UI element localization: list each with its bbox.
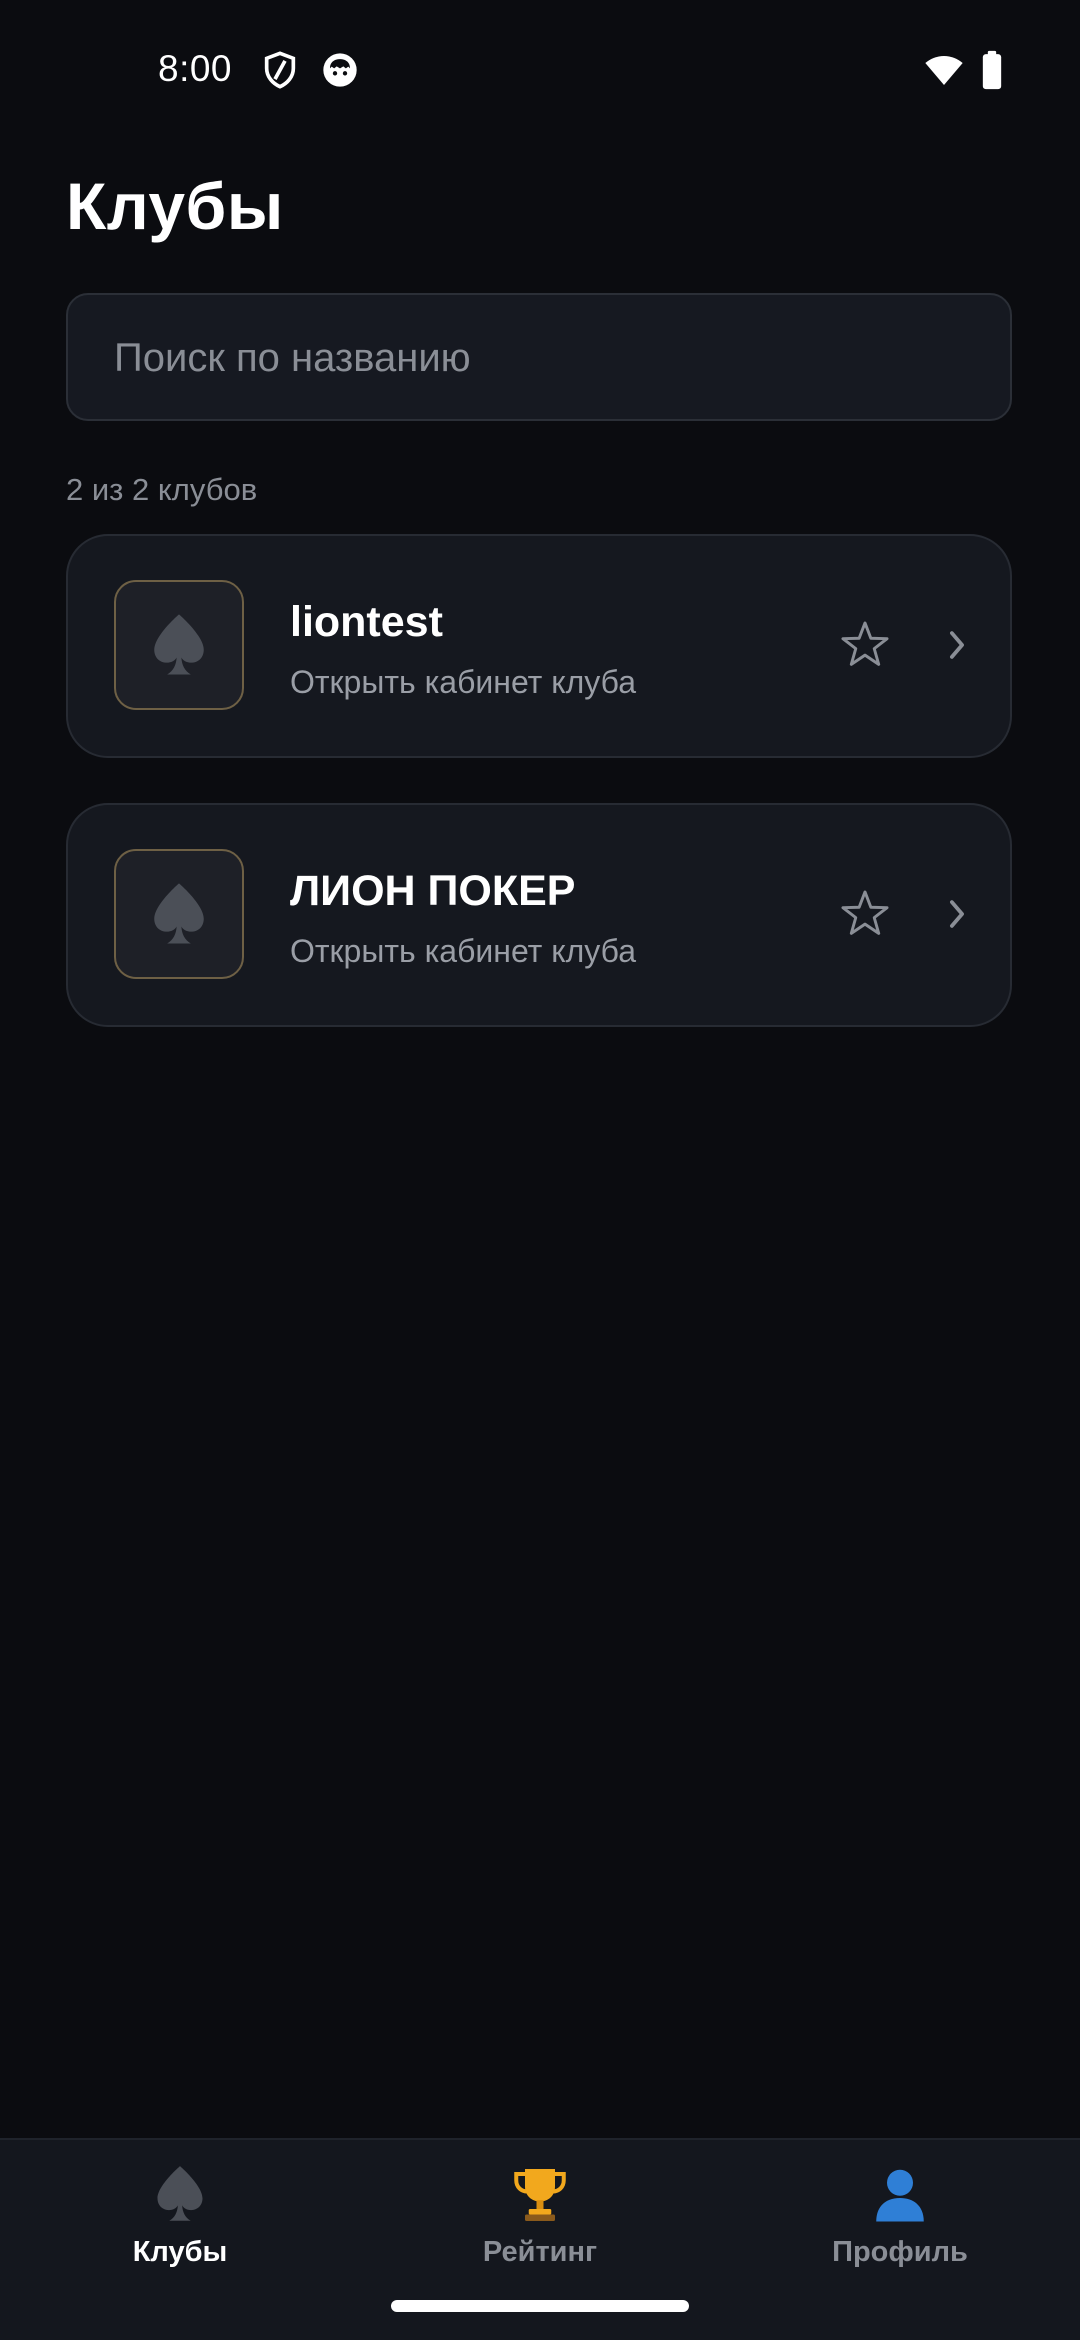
club-card-liontest[interactable]: liontest Открыть кабинет клуба: [66, 534, 1012, 758]
club-subtitle: Открыть кабинет клуба: [290, 933, 636, 969]
trophy-icon: [510, 2164, 570, 2224]
club-subtitle: Открыть кабинет клуба: [290, 664, 636, 700]
spade-icon: [150, 2164, 210, 2224]
star-icon[interactable]: [838, 618, 892, 672]
club-name: ЛИОН ПОКЕР: [290, 867, 576, 915]
chevron-right-icon: [946, 628, 968, 662]
home-indicator[interactable]: [391, 2300, 689, 2312]
search-box[interactable]: [66, 293, 1012, 421]
status-time: 8:00: [158, 48, 233, 89]
club-count: 2 из 2 клубов: [66, 472, 258, 507]
nav-label: Рейтинг: [482, 2236, 598, 2268]
shield-icon: [260, 50, 300, 90]
face-icon: [320, 50, 360, 90]
spade-icon: [150, 612, 208, 678]
nav-label: Клубы: [132, 2236, 228, 2268]
wifi-icon: [922, 50, 966, 90]
nav-item-rating[interactable]: Рейтинг: [360, 2140, 720, 2300]
nav-label: Профиль: [832, 2236, 968, 2268]
page-title: Клубы: [66, 169, 284, 243]
nav-item-profile[interactable]: Профиль: [720, 2140, 1080, 2300]
search-input[interactable]: [112, 295, 976, 421]
star-icon[interactable]: [838, 887, 892, 941]
club-logo: [114, 849, 244, 979]
chevron-right-icon: [946, 897, 968, 931]
club-name: liontest: [290, 598, 443, 646]
clubs-screen: 8:00 Клубы 2 из 2 клубов liontest Открыт…: [0, 0, 1080, 2340]
spade-icon: [150, 881, 208, 947]
club-card-lion-poker[interactable]: ЛИОН ПОКЕР Открыть кабинет клуба: [66, 803, 1012, 1027]
nav-item-clubs[interactable]: Клубы: [0, 2140, 360, 2300]
battery-icon: [980, 50, 1004, 90]
club-logo: [114, 580, 244, 710]
user-icon: [870, 2164, 930, 2224]
status-bar: 8:00: [0, 0, 1080, 140]
